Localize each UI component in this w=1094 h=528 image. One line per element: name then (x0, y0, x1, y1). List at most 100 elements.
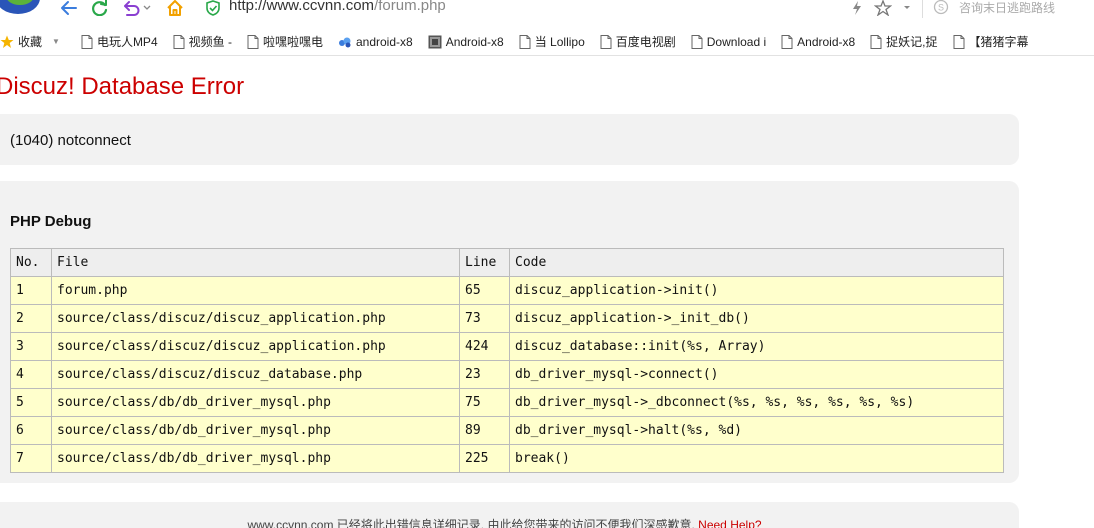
bookmark-label: 当 Lollipo (534, 35, 585, 49)
favorites-menu[interactable]: 收藏 ▼ (0, 33, 60, 50)
cell-code: db_driver_mysql->halt(%s, %d) (509, 416, 1004, 445)
cell-line: 75 (459, 388, 510, 417)
footer-text: www.ccvnn.com 已经将此出错信息详细记录, 由此给您带来的访问不便我… (0, 516, 1019, 528)
table-row: 4 source/class/discuz/discuz_database.php… (10, 360, 1004, 389)
browser-logo-icon[interactable] (0, 0, 44, 20)
cell-file: source/class/discuz/discuz_application.p… (51, 332, 460, 361)
cell-no: 3 (10, 332, 52, 361)
security-shield-icon[interactable] (206, 0, 220, 16)
column-header-file: File (51, 248, 460, 277)
page-icon (173, 34, 185, 49)
cell-line: 23 (459, 360, 510, 389)
footer-panel: www.ccvnn.com 已经将此出错信息详细记录, 由此给您带来的访问不便我… (0, 502, 1019, 528)
bookmark-item[interactable]: 电玩人MP4 (81, 33, 158, 50)
home-icon (167, 0, 183, 16)
bookmark-label: 捉妖记,捉 (886, 35, 938, 49)
page-icon (691, 34, 703, 49)
page-icon (781, 34, 793, 49)
chevron-down-icon: ▼ (52, 37, 60, 46)
debug-title: PHP Debug (10, 213, 92, 230)
bookmark-label: 百度电视剧 (615, 35, 676, 49)
error-message-panel: (1040) notconnect (0, 114, 1019, 165)
table-row: 5 source/class/db/db_driver_mysql.php 75 db… (10, 388, 1004, 417)
table-row: 1 forum.php 65 discuz_application->init() (10, 276, 1004, 305)
browser-toolbar: http://www.ccvnn.com/forum.php S 咨询末日逃跑路… (0, 0, 1094, 22)
footer-message: www.ccvnn.com 已经将此出错信息详细记录, 由此给您带来的访问不便我… (247, 518, 695, 528)
cell-file: forum.php (51, 276, 460, 305)
cell-file: source/class/db/db_driver_mysql.php (51, 388, 460, 417)
bookmark-item[interactable]: 啦嘿啦嘿电 (247, 33, 323, 50)
star-icon (0, 35, 14, 48)
bookmark-label: Android-x8 (797, 34, 856, 49)
page-icon (519, 34, 531, 49)
cell-code: discuz_database::init(%s, Array) (509, 332, 1004, 361)
bookmark-item[interactable]: 【猪猪字幕 (953, 33, 1029, 50)
error-message: (1040) notconnect (10, 132, 131, 149)
error-title: Discuz! Database Error (0, 73, 245, 100)
cell-no: 7 (10, 444, 52, 473)
bookmark-label: 视频鱼 - (188, 35, 232, 49)
search-box[interactable]: S 咨询末日逃跑路线 (922, 0, 1094, 18)
column-header-code: Code (509, 248, 1004, 277)
sogou-search-icon: S (933, 0, 949, 15)
home-button[interactable] (166, 0, 184, 16)
bookmark-item[interactable]: Download i (691, 34, 767, 49)
cell-no: 1 (10, 276, 52, 305)
debug-panel: PHP Debug No. File Line Code 1 forum.php 6… (0, 181, 1019, 483)
cell-line: 65 (459, 276, 510, 305)
bookmark-item[interactable]: android-x8 (338, 35, 413, 49)
bookmark-item[interactable]: 百度电视剧 (600, 33, 676, 50)
refresh-button[interactable] (91, 0, 109, 16)
cell-file: source/class/db/db_driver_mysql.php (51, 444, 460, 473)
bookmark-label: Download i (706, 34, 767, 49)
table-row: 2 source/class/discuz/discuz_application.… (10, 304, 1004, 333)
page-icon (953, 34, 965, 49)
need-help-link[interactable]: Need Help? (698, 518, 761, 528)
column-header-no: No. (10, 248, 52, 277)
star-bookmark-icon[interactable] (874, 0, 892, 16)
cell-no: 4 (10, 360, 52, 389)
back-button[interactable] (60, 0, 78, 16)
bookmark-item[interactable]: 视频鱼 - (173, 33, 232, 50)
table-row: 6 source/class/db/db_driver_mysql.php 89 db… (10, 416, 1004, 445)
bookmark-label: Android-x8 (445, 34, 504, 49)
bookmark-list: 电玩人MP4 视频鱼 - 啦嘿啦嘿电 android-x8 Android-x8 当 Lo… (81, 33, 1044, 50)
cell-file: source/class/discuz/discuz_application.p… (51, 304, 460, 333)
bookmark-item[interactable]: Android-x8 (781, 34, 856, 49)
cell-line: 73 (459, 304, 510, 333)
cell-line: 225 (459, 444, 510, 473)
page-icon (247, 34, 259, 49)
image-icon (428, 35, 442, 49)
lightning-icon[interactable] (850, 0, 864, 16)
cell-code: discuz_application->_init_db() (509, 304, 1004, 333)
url-host: http://www.ccvnn.com (229, 0, 375, 14)
table-header-row: No. File Line Code (10, 248, 1004, 277)
bookmarks-bar: 收藏 ▼ 电玩人MP4 视频鱼 - 啦嘿啦嘿电 android-x8 Android-x… (0, 28, 1094, 56)
cell-code: break() (509, 444, 1004, 473)
address-bar[interactable]: http://www.ccvnn.com/forum.php (229, 0, 446, 14)
bookmark-label: 【猪猪字幕 (968, 35, 1029, 49)
cell-no: 5 (10, 388, 52, 417)
cloud-icon (338, 35, 352, 49)
bookmark-label: 电玩人MP4 (96, 35, 158, 49)
page-icon (870, 34, 882, 49)
bookmark-item[interactable]: 捉妖记,捉 (870, 33, 938, 50)
search-placeholder: 咨询末日逃跑路线 (959, 0, 1056, 15)
cell-file: source/class/db/db_driver_mysql.php (51, 416, 460, 445)
cell-line: 424 (459, 332, 510, 361)
favorites-label: 收藏 (18, 35, 43, 49)
cell-file: source/class/discuz/discuz_database.php (51, 360, 460, 389)
undo-close-button[interactable] (122, 0, 152, 16)
bookmark-item[interactable]: Android-x8 (428, 35, 504, 49)
table-row: 7 source/class/db/db_driver_mysql.php 225 b… (10, 444, 1004, 473)
bookmark-label: android-x8 (355, 34, 413, 49)
cell-line: 89 (459, 416, 510, 445)
debug-trace-table: No. File Line Code 1 forum.php 65 discuz_ap… (10, 248, 1004, 473)
cell-code: discuz_application->init() (509, 276, 1004, 305)
cell-no: 6 (10, 416, 52, 445)
svg-text:S: S (938, 3, 944, 13)
bookmark-item[interactable]: 当 Lollipo (519, 33, 585, 50)
cell-code: db_driver_mysql->_dbconnect(%s, %s, %s, … (509, 388, 1004, 417)
chevron-down-icon[interactable] (902, 0, 912, 16)
table-row: 3 source/class/discuz/discuz_application.… (10, 332, 1004, 361)
